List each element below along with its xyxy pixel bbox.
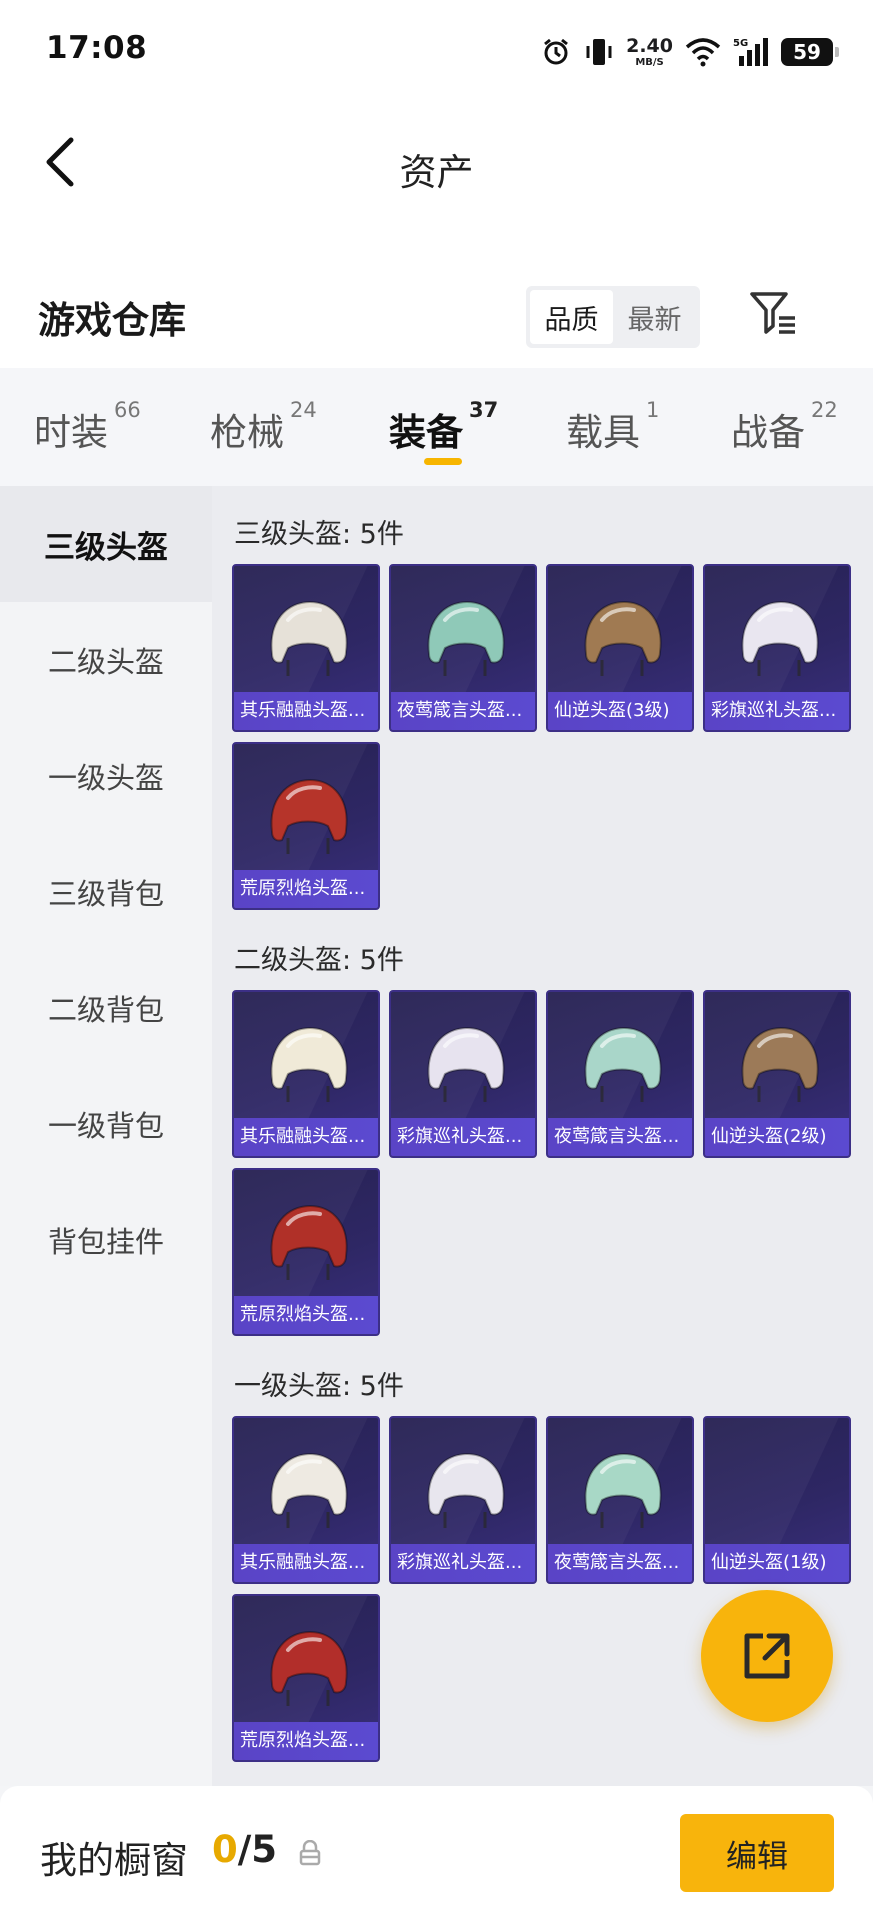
battery-indicator: 59 — [781, 38, 839, 66]
sidebar-item-level3-helmet[interactable]: 三级头盔 — [0, 486, 212, 602]
item-card[interactable]: 彩旗巡礼头盔... — [389, 990, 537, 1158]
helmet-icon — [584, 600, 662, 676]
sidebar-item-level1-backpack[interactable]: 一级背包 — [0, 1066, 212, 1182]
item-card[interactable]: 夜莺箴言头盔... — [546, 990, 694, 1158]
filter-icon — [750, 292, 795, 334]
item-card-label: 荒原烈焰头盔... — [234, 1722, 378, 1760]
helmet-icon — [584, 1026, 662, 1102]
item-card[interactable]: 其乐融融头盔... — [232, 990, 380, 1158]
share-button[interactable] — [701, 1590, 833, 1722]
item-card-label: 彩旗巡礼头盔... — [391, 1544, 535, 1582]
sidebar: 三级头盔 二级头盔 一级头盔 三级背包 二级背包 一级背包 背包挂件 — [0, 486, 212, 1786]
item-card-label: 其乐融融头盔... — [234, 1544, 378, 1582]
item-card[interactable]: 仙逆头盔(2级) — [703, 990, 851, 1158]
active-tab-indicator — [424, 458, 462, 465]
item-card[interactable]: 荒原烈焰头盔... — [232, 1168, 380, 1336]
item-card-label: 仙逆头盔(2级) — [705, 1118, 849, 1156]
item-card[interactable]: 夜莺箴言头盔... — [389, 564, 537, 732]
page-title: 资产 — [399, 151, 474, 194]
category-tabs: 时装 66 枪械 24 装备 37 载具 1 战备 22 — [0, 368, 873, 486]
sort-toggle: 品质 最新 — [526, 286, 700, 348]
showcase-bar: 我的橱窗 0/5 编辑 — [0, 1786, 873, 1920]
sidebar-item-backpack-charm[interactable]: 背包挂件 — [0, 1182, 212, 1298]
item-card-label: 荒原烈焰头盔... — [234, 870, 378, 908]
wifi-icon — [685, 38, 721, 67]
helmet-icon — [270, 1204, 348, 1280]
filter-button[interactable] — [746, 286, 802, 342]
status-bar: 17:08 2.40 MB/S 5G 59 — [0, 0, 873, 104]
item-card[interactable]: 彩旗巡礼头盔... — [389, 1416, 537, 1584]
warehouse-header: 游戏仓库 品质 最新 — [0, 224, 873, 368]
item-card-label: 荒原烈焰头盔... — [234, 1296, 378, 1334]
edit-button[interactable]: 编辑 — [680, 1814, 834, 1892]
item-card-label: 其乐融融头盔... — [234, 692, 378, 730]
sort-option-latest[interactable]: 最新 — [613, 290, 696, 344]
item-card[interactable]: 彩旗巡礼头盔... — [703, 564, 851, 732]
item-card-label: 彩旗巡礼头盔... — [705, 692, 849, 730]
helmet-icon — [270, 1026, 348, 1102]
helmet-icon — [741, 1026, 819, 1102]
status-icons: 2.40 MB/S 5G 59 — [540, 30, 839, 74]
item-card[interactable]: 仙逆头盔(3级) — [546, 564, 694, 732]
nav-header: 资产 — [0, 104, 873, 224]
helmet-icon — [427, 1452, 505, 1528]
showcase-count: 0/5 — [212, 1828, 277, 1871]
showcase-separator: / — [237, 1828, 252, 1871]
warehouse-title: 游戏仓库 — [38, 299, 186, 342]
tab-firearms[interactable]: 枪械 24 — [210, 398, 317, 462]
section-title-level3-helmet: 三级头盔: 5件 — [234, 519, 404, 550]
tab-fashion[interactable]: 时装 66 — [34, 398, 141, 462]
tab-supplies[interactable]: 战备 22 — [731, 398, 838, 462]
tab-equipment[interactable]: 装备 37 — [389, 398, 498, 462]
item-card-label: 夜莺箴言头盔... — [548, 1118, 692, 1156]
helmet-icon — [270, 1630, 348, 1706]
item-card-label: 夜莺箴言头盔... — [548, 1544, 692, 1582]
item-card[interactable]: 荒原烈焰头盔... — [232, 742, 380, 910]
item-card-label: 其乐融融头盔... — [234, 1118, 378, 1156]
helmet-icon — [270, 600, 348, 676]
showcase-current: 0 — [212, 1828, 238, 1871]
svg-text:5G: 5G — [733, 38, 748, 49]
helmet-icon — [427, 1026, 505, 1102]
item-card[interactable]: 其乐融融头盔... — [232, 564, 380, 732]
network-speed: 2.40 MB/S — [626, 34, 673, 68]
item-card-label: 彩旗巡礼头盔... — [391, 1118, 535, 1156]
helmet-icon — [741, 600, 819, 676]
showcase-title: 我的橱窗 — [40, 1839, 188, 1882]
vibrate-icon — [586, 39, 612, 65]
status-time: 17:08 — [46, 30, 148, 66]
helmet-icon — [427, 600, 505, 676]
item-card[interactable]: 荒原烈焰头盔... — [232, 1594, 380, 1762]
alarm-icon — [544, 38, 569, 65]
sidebar-item-level2-backpack[interactable]: 二级背包 — [0, 950, 212, 1066]
item-card[interactable]: 夜莺箴言头盔... — [546, 1416, 694, 1584]
item-card-label: 仙逆头盔(1级) — [705, 1544, 849, 1582]
item-card-label: 夜莺箴言头盔... — [391, 692, 535, 730]
item-card-label: 仙逆头盔(3级) — [548, 692, 692, 730]
sort-option-quality[interactable]: 品质 — [530, 290, 613, 344]
helmet-icon — [270, 778, 348, 854]
item-card[interactable]: 其乐融融头盔... — [232, 1416, 380, 1584]
section-title-level2-helmet: 二级头盔: 5件 — [234, 945, 404, 976]
share-external-icon — [744, 1633, 790, 1679]
sidebar-item-level3-backpack[interactable]: 三级背包 — [0, 834, 212, 950]
helmet-icon — [584, 1452, 662, 1528]
lock-icon — [299, 1840, 321, 1866]
sidebar-item-level1-helmet[interactable]: 一级头盔 — [0, 718, 212, 834]
showcase-total: 5 — [251, 1828, 278, 1871]
helmet-icon — [270, 1452, 348, 1528]
cellular-signal-icon: 5G — [733, 38, 768, 66]
tab-vehicles[interactable]: 载具 1 — [566, 398, 659, 462]
section-title-level1-helmet: 一级头盔: 5件 — [234, 1371, 404, 1402]
item-card[interactable]: 仙逆头盔(1级) — [703, 1416, 851, 1584]
sidebar-item-level2-helmet[interactable]: 二级头盔 — [0, 602, 212, 718]
